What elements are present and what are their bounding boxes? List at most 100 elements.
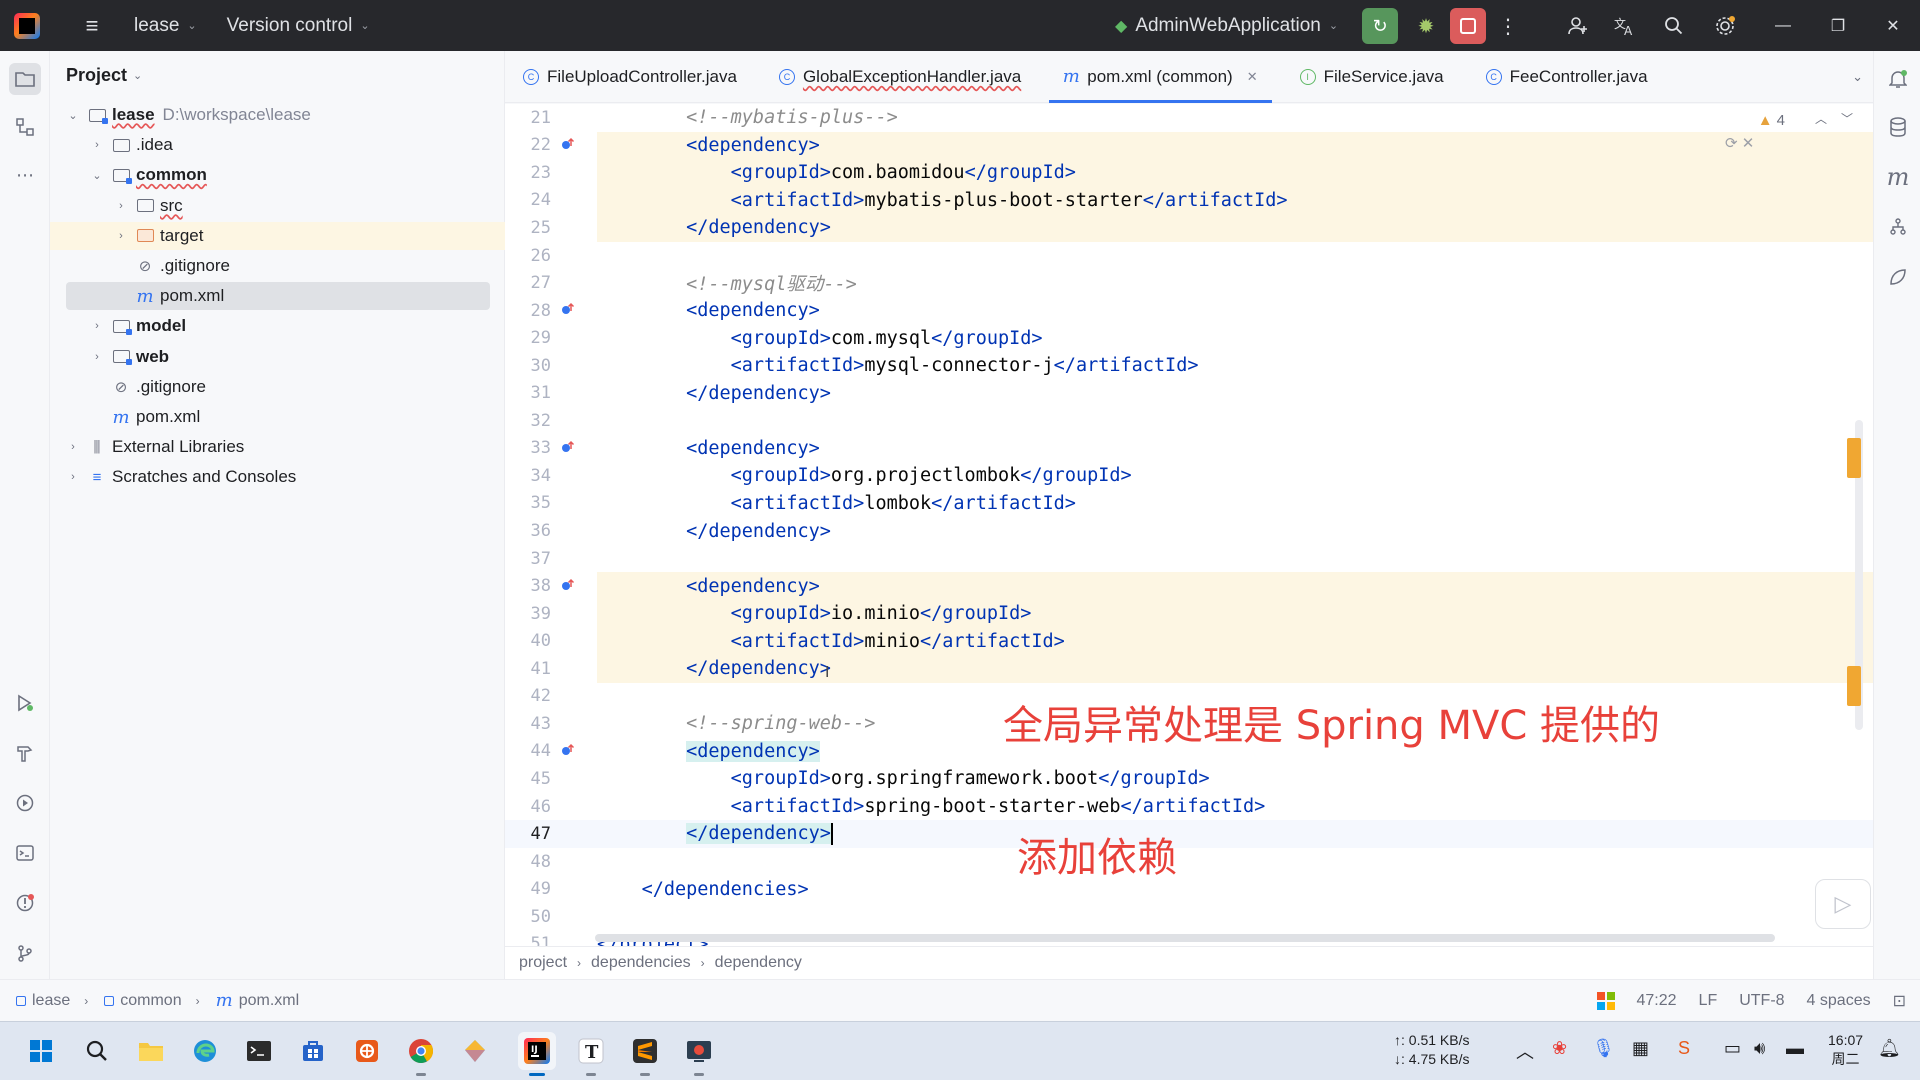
project-folder-icon[interactable] [9, 63, 41, 95]
search-icon[interactable] [78, 1032, 116, 1070]
code-line[interactable]: 25 </dependency> [505, 214, 1873, 242]
maximize-button[interactable]: ❐ [1815, 0, 1861, 51]
code-line[interactable]: 26 [505, 242, 1873, 270]
main-menu-icon[interactable]: ≡ [80, 13, 104, 39]
editor-tab[interactable]: I FileService.java [1286, 51, 1458, 103]
git-branch-icon[interactable] [9, 937, 41, 969]
code-line[interactable]: 39 <groupId>io.minio</groupId> [505, 600, 1873, 628]
code-line[interactable]: 34 <groupId>org.projectlombok</groupId> [505, 462, 1873, 490]
more-tools-icon[interactable]: ⋯ [9, 159, 41, 191]
chevron-down-icon[interactable]: ⌄ [90, 169, 104, 182]
close-tab-icon[interactable]: ✕ [1247, 69, 1258, 85]
windows-logo-icon[interactable] [1596, 992, 1615, 1010]
code-line[interactable]: 36 </dependency> [505, 517, 1873, 545]
add-user-icon[interactable] [1560, 8, 1596, 44]
close-window-button[interactable]: ✕ [1870, 0, 1916, 51]
code-line[interactable]: 28 <dependency> [505, 297, 1873, 325]
notifications-bell-icon[interactable] [1882, 63, 1914, 95]
store-app-icon[interactable] [294, 1032, 332, 1070]
code-line[interactable]: 37 [505, 545, 1873, 573]
code-line[interactable]: 27 <!--mysql驱动--> [505, 269, 1873, 297]
sublime-text-icon[interactable] [626, 1032, 664, 1076]
read-only-lock-icon[interactable]: ⊡ [1893, 991, 1906, 1011]
structure-tree-icon[interactable] [1882, 211, 1914, 243]
intellij-idea-icon[interactable]: IJ [518, 1032, 556, 1076]
editor-tab[interactable]: C FileUploadController.java [509, 51, 751, 103]
tree-item[interactable]: › .idea [50, 131, 505, 159]
code-line[interactable]: 46 <artifactId>spring-boot-starter-web</… [505, 793, 1873, 821]
tray-grid-icon[interactable]: ▦ [1632, 1038, 1649, 1059]
file-explorer-icon[interactable] [132, 1032, 170, 1070]
play-overlay-icon[interactable]: ▷ [1815, 879, 1871, 929]
warnings-indicator[interactable]: ▲ 4 [1758, 112, 1785, 129]
version-control-menu[interactable]: Version control ⌄ [227, 15, 370, 37]
code-line[interactable]: 23 <groupId>com.baomidou</groupId> [505, 159, 1873, 187]
override-marker-icon[interactable] [551, 578, 591, 595]
override-marker-icon[interactable] [551, 302, 591, 319]
rerun-button[interactable]: ↻ [1362, 8, 1398, 44]
chevron-right-icon[interactable]: › [66, 471, 80, 483]
code-line[interactable]: 45 <groupId>org.springframework.boot</gr… [505, 765, 1873, 793]
code-line[interactable]: 21 <!--mybatis-plus--> [505, 104, 1873, 132]
show-hidden-icons-chevron-icon[interactable]: ︿ [1516, 1038, 1534, 1064]
breadcrumb-item[interactable]: project [519, 954, 567, 972]
terminal-app-icon[interactable] [240, 1032, 278, 1070]
status-crumb-pom[interactable]: m pom.xml [216, 990, 300, 1011]
tree-item[interactable]: ⊘ .gitignore [50, 252, 505, 280]
screen-recorder-icon[interactable] [680, 1032, 718, 1076]
horizontal-scrollbar[interactable] [595, 934, 1775, 942]
run-configuration-selector[interactable]: ◆ AdminWebApplication ⌄ [1115, 0, 1338, 51]
chevron-down-icon[interactable]: ﹀ [1841, 110, 1853, 127]
code-line[interactable]: 40 <artifactId>minio</artifactId> [505, 627, 1873, 655]
chrome-browser-icon[interactable] [402, 1032, 440, 1076]
tray-app-icon[interactable]: ❀ [1552, 1038, 1567, 1059]
stop-button[interactable] [1450, 8, 1486, 44]
chevron-up-icon[interactable]: ︿ [1815, 110, 1827, 127]
chevron-right-icon[interactable]: › [66, 441, 80, 453]
tree-item[interactable]: › ⫼ External Libraries [50, 433, 505, 461]
services-run-icon[interactable] [9, 687, 41, 719]
debug-button[interactable]: ✹ [1408, 8, 1444, 44]
tree-item[interactable]: › src [50, 192, 505, 220]
chevron-down-icon[interactable]: ⌄ [66, 109, 80, 122]
code-line[interactable]: 50 [505, 903, 1873, 931]
code-line[interactable]: 41 </dependency> [505, 655, 1873, 683]
code-editor[interactable]: 21 <!--mybatis-plus--> 22 <dependency> 23 … [505, 104, 1873, 946]
maven-reload-icon[interactable]: ⟳ ✕ [1725, 134, 1754, 152]
chevron-right-icon[interactable]: › [114, 230, 128, 242]
breadcrumb-item[interactable]: dependency [715, 954, 802, 972]
breadcrumb-item[interactable]: dependencies [591, 954, 691, 972]
code-line[interactable]: 49 </dependencies> [505, 875, 1873, 903]
chevron-right-icon[interactable]: › [90, 351, 104, 363]
chevron-right-icon[interactable]: › [90, 320, 104, 332]
chevron-right-icon[interactable]: › [90, 139, 104, 151]
tree-item[interactable]: › web [50, 343, 505, 371]
notification-bell-icon[interactable]: 🔔︎ [1878, 1038, 1901, 1059]
tree-item[interactable]: m pom.xml [66, 282, 490, 311]
editor-tab[interactable]: C FeeController.java [1472, 51, 1662, 103]
structure-icon[interactable] [9, 111, 41, 143]
tree-item[interactable]: m pom.xml [50, 403, 505, 431]
settings-gear-icon[interactable] [1707, 8, 1743, 44]
system-clock[interactable]: 16:07 周二 [1828, 1031, 1863, 1069]
code-line[interactable]: 30 <artifactId>mysql-connector-j</artifa… [505, 352, 1873, 380]
code-line[interactable]: 31 </dependency> [505, 380, 1873, 408]
minimize-button[interactable]: — [1760, 0, 1806, 51]
terminal-icon[interactable] [9, 837, 41, 869]
code-line[interactable]: 32 [505, 407, 1873, 435]
edge-browser-icon[interactable] [186, 1032, 224, 1070]
code-line[interactable]: 48 [505, 848, 1873, 876]
tab-list-chevron-icon[interactable]: ⌄ [1852, 69, 1863, 85]
indent-setting[interactable]: 4 spaces [1807, 992, 1871, 1010]
line-separator[interactable]: LF [1699, 992, 1718, 1010]
kite-app-icon[interactable] [456, 1032, 494, 1070]
tree-item[interactable]: › target [50, 221, 505, 250]
editor-tab[interactable]: m pom.xml (common) ✕ [1049, 51, 1273, 103]
chevron-right-icon[interactable]: › [114, 200, 128, 212]
code-line[interactable]: 35 <artifactId>lombok</artifactId> [505, 490, 1873, 518]
typora-app-icon[interactable]: T [572, 1032, 610, 1076]
maven-icon[interactable]: m [1882, 161, 1914, 193]
more-actions-icon[interactable]: ⋮ [1496, 8, 1520, 44]
code-line[interactable]: 22 <dependency> [505, 132, 1873, 160]
office-app-icon[interactable] [348, 1032, 386, 1070]
